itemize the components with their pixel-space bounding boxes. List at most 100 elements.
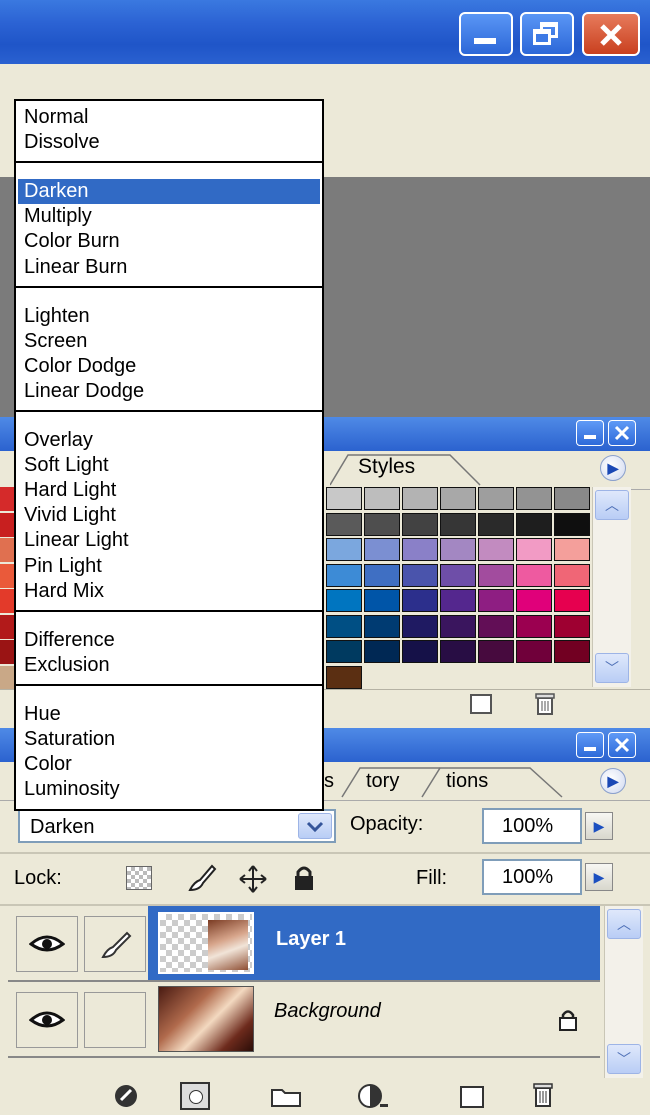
style-swatch[interactable] (402, 487, 438, 510)
scroll-down-arrow-icon[interactable]: ﹀ (607, 1044, 641, 1074)
style-swatch[interactable] (402, 563, 438, 587)
opacity-field[interactable]: 100% (482, 808, 582, 844)
style-swatch[interactable] (554, 563, 590, 587)
style-swatch[interactable] (364, 563, 400, 587)
style-swatch[interactable] (440, 614, 476, 638)
style-swatch[interactable] (364, 538, 400, 561)
panel-minimize-button[interactable] (576, 420, 604, 446)
style-swatch[interactable] (554, 640, 590, 663)
tab-styles[interactable]: Styles (330, 452, 490, 486)
style-swatch[interactable] (516, 614, 552, 638)
blend-mode-item[interactable]: Hue (18, 702, 320, 727)
style-swatch[interactable] (478, 589, 514, 612)
style-swatch[interactable] (478, 614, 514, 638)
style-swatch[interactable] (478, 487, 514, 510)
trash-icon[interactable] (534, 692, 556, 716)
style-swatch[interactable] (402, 538, 438, 561)
opacity-slider-arrow-icon[interactable]: ▶ (585, 812, 613, 840)
style-swatch[interactable] (554, 538, 590, 561)
scroll-down-arrow-icon[interactable]: ﹀ (595, 653, 629, 683)
blend-mode-item[interactable]: Color (18, 752, 320, 777)
style-swatch[interactable] (516, 487, 552, 510)
blend-mode-item[interactable]: Difference (18, 628, 320, 653)
panel-menu-arrow-icon[interactable]: ▶ (600, 455, 626, 481)
layer-name[interactable]: Layer 1 (276, 928, 346, 951)
blend-mode-item[interactable]: Dissolve (18, 130, 320, 155)
style-swatch[interactable] (0, 614, 14, 639)
layer-mask-icon[interactable] (180, 1082, 210, 1110)
style-swatch[interactable] (516, 538, 552, 561)
blend-mode-item[interactable]: Linear Light (18, 528, 320, 553)
style-swatch[interactable] (0, 538, 14, 562)
style-swatch[interactable] (0, 512, 14, 537)
layer-row[interactable]: Layer 1 (8, 906, 600, 982)
style-swatch[interactable] (0, 589, 14, 613)
minimize-button[interactable] (459, 12, 513, 56)
style-swatch[interactable] (478, 563, 514, 587)
style-swatch[interactable] (516, 512, 552, 536)
style-swatch[interactable] (440, 512, 476, 536)
style-swatch[interactable] (440, 563, 476, 587)
style-swatch[interactable] (364, 512, 400, 536)
style-swatch[interactable] (326, 487, 362, 510)
close-button[interactable] (582, 12, 640, 56)
layer-visibility-toggle[interactable] (16, 916, 78, 972)
style-swatch[interactable] (478, 512, 514, 536)
scroll-up-arrow-icon[interactable]: ︿ (607, 909, 641, 939)
lock-image-brush-icon[interactable] (186, 862, 218, 894)
blend-mode-item[interactable]: Saturation (18, 727, 320, 752)
style-swatch[interactable] (440, 538, 476, 561)
style-swatch[interactable] (326, 614, 362, 638)
layer-link-cell[interactable] (84, 992, 146, 1048)
style-swatch[interactable] (440, 640, 476, 663)
panel-close-button[interactable] (608, 420, 636, 446)
blend-mode-item[interactable]: Multiply (18, 204, 320, 229)
style-swatch[interactable] (326, 512, 362, 536)
style-swatch[interactable] (516, 589, 552, 612)
style-swatch[interactable] (326, 665, 362, 689)
style-swatch[interactable] (364, 589, 400, 612)
lock-transparency-icon[interactable] (126, 866, 152, 890)
style-swatch[interactable] (0, 665, 14, 690)
delete-layer-trash-icon[interactable] (532, 1080, 554, 1110)
blend-mode-item[interactable]: Lighten (18, 304, 320, 329)
layer-name[interactable]: Background (274, 1000, 381, 1023)
layers-panel-minimize-button[interactable] (576, 732, 604, 758)
chevron-down-icon[interactable] (298, 813, 332, 839)
blend-mode-item[interactable]: Hard Light (18, 478, 320, 503)
style-swatch[interactable] (0, 640, 14, 664)
style-swatch[interactable] (402, 512, 438, 536)
layer-row[interactable]: Background (8, 982, 600, 1058)
style-swatch[interactable] (402, 589, 438, 612)
blend-mode-item[interactable]: Exclusion (18, 653, 320, 678)
blend-mode-item[interactable]: Vivid Light (18, 503, 320, 528)
style-swatch[interactable] (326, 563, 362, 587)
blend-mode-item[interactable]: Overlay (18, 428, 320, 453)
style-swatch[interactable] (440, 487, 476, 510)
style-swatch[interactable] (402, 614, 438, 638)
fill-slider-arrow-icon[interactable]: ▶ (585, 863, 613, 891)
style-swatch[interactable] (326, 589, 362, 612)
layers-panel-menu-arrow-icon[interactable]: ▶ (600, 768, 626, 794)
blend-mode-item[interactable]: Darken (18, 179, 320, 205)
blend-mode-item[interactable]: Color Burn (18, 229, 320, 254)
layer-visibility-toggle[interactable] (16, 992, 78, 1048)
blend-mode-item[interactable]: Color Dodge (18, 354, 320, 379)
scroll-up-arrow-icon[interactable]: ︿ (595, 490, 629, 520)
adjustment-layer-icon[interactable] (356, 1082, 390, 1110)
style-swatch[interactable] (478, 640, 514, 663)
style-swatch[interactable] (364, 614, 400, 638)
new-group-folder-icon[interactable] (270, 1086, 302, 1108)
tab-actions[interactable]: tions (420, 764, 570, 798)
style-swatch[interactable] (516, 563, 552, 587)
style-swatch[interactable] (554, 487, 590, 510)
style-swatch[interactable] (364, 640, 400, 663)
styles-scrollbar[interactable]: ︿ ﹀ (592, 487, 631, 687)
style-swatch[interactable] (440, 589, 476, 612)
style-swatch[interactable] (0, 487, 14, 511)
style-swatch[interactable] (326, 640, 362, 663)
blend-mode-select[interactable]: Darken (18, 809, 336, 843)
new-style-icon[interactable] (470, 694, 492, 714)
lock-all-padlock-icon[interactable] (292, 864, 316, 892)
layer-style-fx-icon[interactable] (112, 1082, 144, 1110)
